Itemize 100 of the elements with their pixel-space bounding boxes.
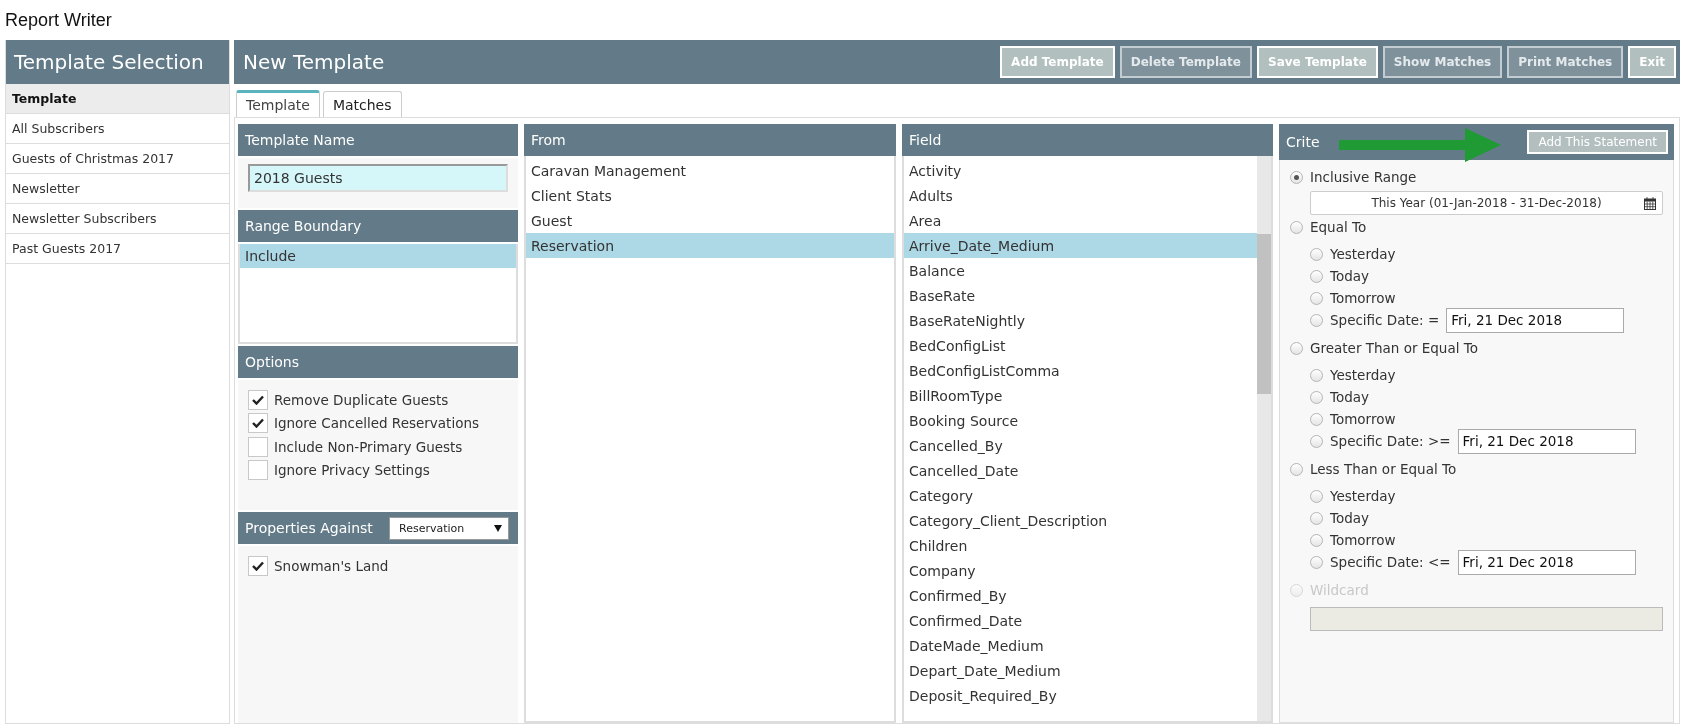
radio-label: Yesterday — [1330, 488, 1396, 504]
list-item[interactable]: Caravan Management — [526, 158, 894, 183]
radio-button[interactable] — [1310, 269, 1323, 283]
calendar-icon — [1644, 197, 1656, 210]
list-item[interactable]: Confirmed_Date — [904, 608, 1257, 633]
panel-header: Field — [902, 124, 1273, 156]
radio-button[interactable] — [1310, 412, 1323, 426]
list-item[interactable]: Depart_Date_Medium — [904, 658, 1257, 683]
checkbox[interactable] — [248, 555, 268, 576]
caret-icon — [494, 524, 502, 532]
panel-header: Range Boundary — [238, 210, 518, 242]
list-item[interactable]: Cancelled_Date — [904, 458, 1257, 483]
radio-button[interactable] — [1290, 462, 1303, 476]
radio-label: Today — [1330, 389, 1370, 405]
radio-label: Today — [1330, 510, 1370, 526]
check-icon — [252, 394, 264, 405]
sidebar-item[interactable]: All Subscribers — [6, 114, 229, 144]
radio-label: Specific Date: <= — [1330, 554, 1451, 570]
checkbox[interactable] — [248, 389, 268, 410]
template-name-field[interactable]: 2018 Guests — [248, 164, 508, 192]
radio-button[interactable] — [1310, 313, 1323, 327]
checkbox[interactable] — [248, 460, 268, 481]
sidebar-item[interactable]: Newsletter — [6, 174, 229, 204]
sidebar-item[interactable]: Past Guests 2017 — [6, 234, 229, 264]
list-item[interactable]: Arrive_Date_Medium — [904, 233, 1257, 258]
list-item[interactable]: BedConfigListComma — [904, 358, 1257, 383]
radio-label: Yesterday — [1330, 367, 1396, 383]
page-title: New Template — [243, 50, 385, 74]
list-item[interactable]: Booking Source — [904, 408, 1257, 433]
sidebar-title: Template Selection — [6, 40, 229, 84]
checkbox-label: Ignore Cancelled Reservations — [274, 415, 479, 432]
list-item[interactable]: Cancelled_By — [904, 433, 1257, 458]
checkbox[interactable] — [248, 413, 268, 434]
radio-button[interactable] — [1310, 291, 1323, 305]
list-item[interactable]: Category — [904, 483, 1257, 508]
tab[interactable]: Matches — [322, 91, 402, 117]
checkbox-label: Ignore Privacy Settings — [274, 462, 430, 479]
panel-title: Properties Against — [245, 520, 373, 536]
radio-button[interactable] — [1290, 341, 1303, 355]
list-item[interactable]: BillRoomType — [904, 383, 1257, 408]
list-item[interactable]: Guest — [526, 208, 894, 233]
sidebar-item[interactable]: Guests of Christmas 2017 — [6, 144, 229, 174]
list-item[interactable]: BaseRate — [904, 283, 1257, 308]
panel-header: From — [524, 124, 896, 156]
list-item[interactable]: Adults — [904, 183, 1257, 208]
radio-button[interactable] — [1310, 555, 1323, 569]
radio-label: Tomorrow — [1330, 532, 1396, 548]
scrollbar-thumb[interactable] — [1257, 234, 1271, 394]
app-title: Report Writer — [4, 8, 113, 32]
check-icon — [252, 418, 264, 429]
radio-label: Tomorrow — [1330, 411, 1396, 427]
scrollbar[interactable] — [1257, 156, 1271, 721]
date-field[interactable]: Fri, 21 Dec 2018 — [1457, 549, 1636, 575]
checkbox-label: Remove Duplicate Guests — [274, 391, 449, 408]
list-item[interactable]: Reservation — [526, 233, 894, 258]
list-item[interactable]: Company — [904, 558, 1257, 583]
radio-button[interactable] — [1310, 390, 1323, 404]
radio-label: Today — [1330, 268, 1370, 284]
list-item[interactable]: Activity — [904, 158, 1257, 183]
radio-button[interactable] — [1310, 489, 1323, 503]
radio-button[interactable] — [1290, 220, 1303, 234]
list-item[interactable]: Children — [904, 533, 1257, 558]
list-item[interactable]: Client Stats — [526, 183, 894, 208]
panel-header: Options — [238, 346, 518, 378]
radio-label: Yesterday — [1330, 246, 1396, 262]
radio-label: Greater Than or Equal To — [1310, 340, 1478, 356]
panel-title: Crite — [1286, 134, 1320, 150]
checkbox-label: Include Non-Primary Guests — [274, 438, 463, 455]
property-dropdown[interactable]: Reservation — [389, 516, 509, 540]
sidebar-item[interactable]: Template — [6, 84, 229, 114]
date-field[interactable]: Fri, 21 Dec 2018 — [1457, 428, 1636, 454]
radio-label: Tomorrow — [1330, 290, 1396, 306]
radio-button[interactable] — [1310, 368, 1323, 382]
radio-label: Inclusive Range — [1310, 169, 1417, 185]
date-field[interactable]: Fri, 21 Dec 2018 — [1446, 307, 1625, 333]
list-item[interactable]: Balance — [904, 258, 1257, 283]
check-icon — [252, 560, 264, 571]
list-item[interactable]: Area — [904, 208, 1257, 233]
radio-button[interactable] — [1310, 533, 1323, 547]
radio-button[interactable] — [1310, 511, 1323, 525]
radio-button[interactable] — [1310, 247, 1323, 261]
radio-button[interactable] — [1310, 434, 1323, 448]
list-item[interactable]: BaseRateNightly — [904, 308, 1257, 333]
tab[interactable]: Template — [236, 90, 320, 117]
radio-button[interactable] — [1290, 170, 1303, 184]
list-item[interactable]: Confirmed_By — [904, 583, 1257, 608]
checkbox[interactable] — [248, 436, 268, 457]
checkbox-label: Snowman's Land — [274, 557, 389, 574]
list-item[interactable]: Deposit_Required_By — [904, 683, 1257, 708]
list-item[interactable]: Category_Client_Description — [904, 508, 1257, 533]
date-range-field[interactable]: This Year (01-Jan-2018 - 31-Dec-2018) — [1310, 191, 1663, 215]
list-item[interactable]: Include — [240, 244, 516, 268]
radio-label: Equal To — [1310, 219, 1367, 235]
radio-label: Specific Date: = — [1330, 312, 1440, 328]
list-item[interactable]: DateMade_Medium — [904, 633, 1257, 658]
panel-header: Template Name — [238, 124, 518, 156]
sidebar-item[interactable]: Newsletter Subscribers — [6, 204, 229, 234]
radio-label: Specific Date: >= — [1330, 433, 1451, 449]
radio-label: Less Than or Equal To — [1310, 461, 1457, 477]
list-item[interactable]: BedConfigList — [904, 333, 1257, 358]
